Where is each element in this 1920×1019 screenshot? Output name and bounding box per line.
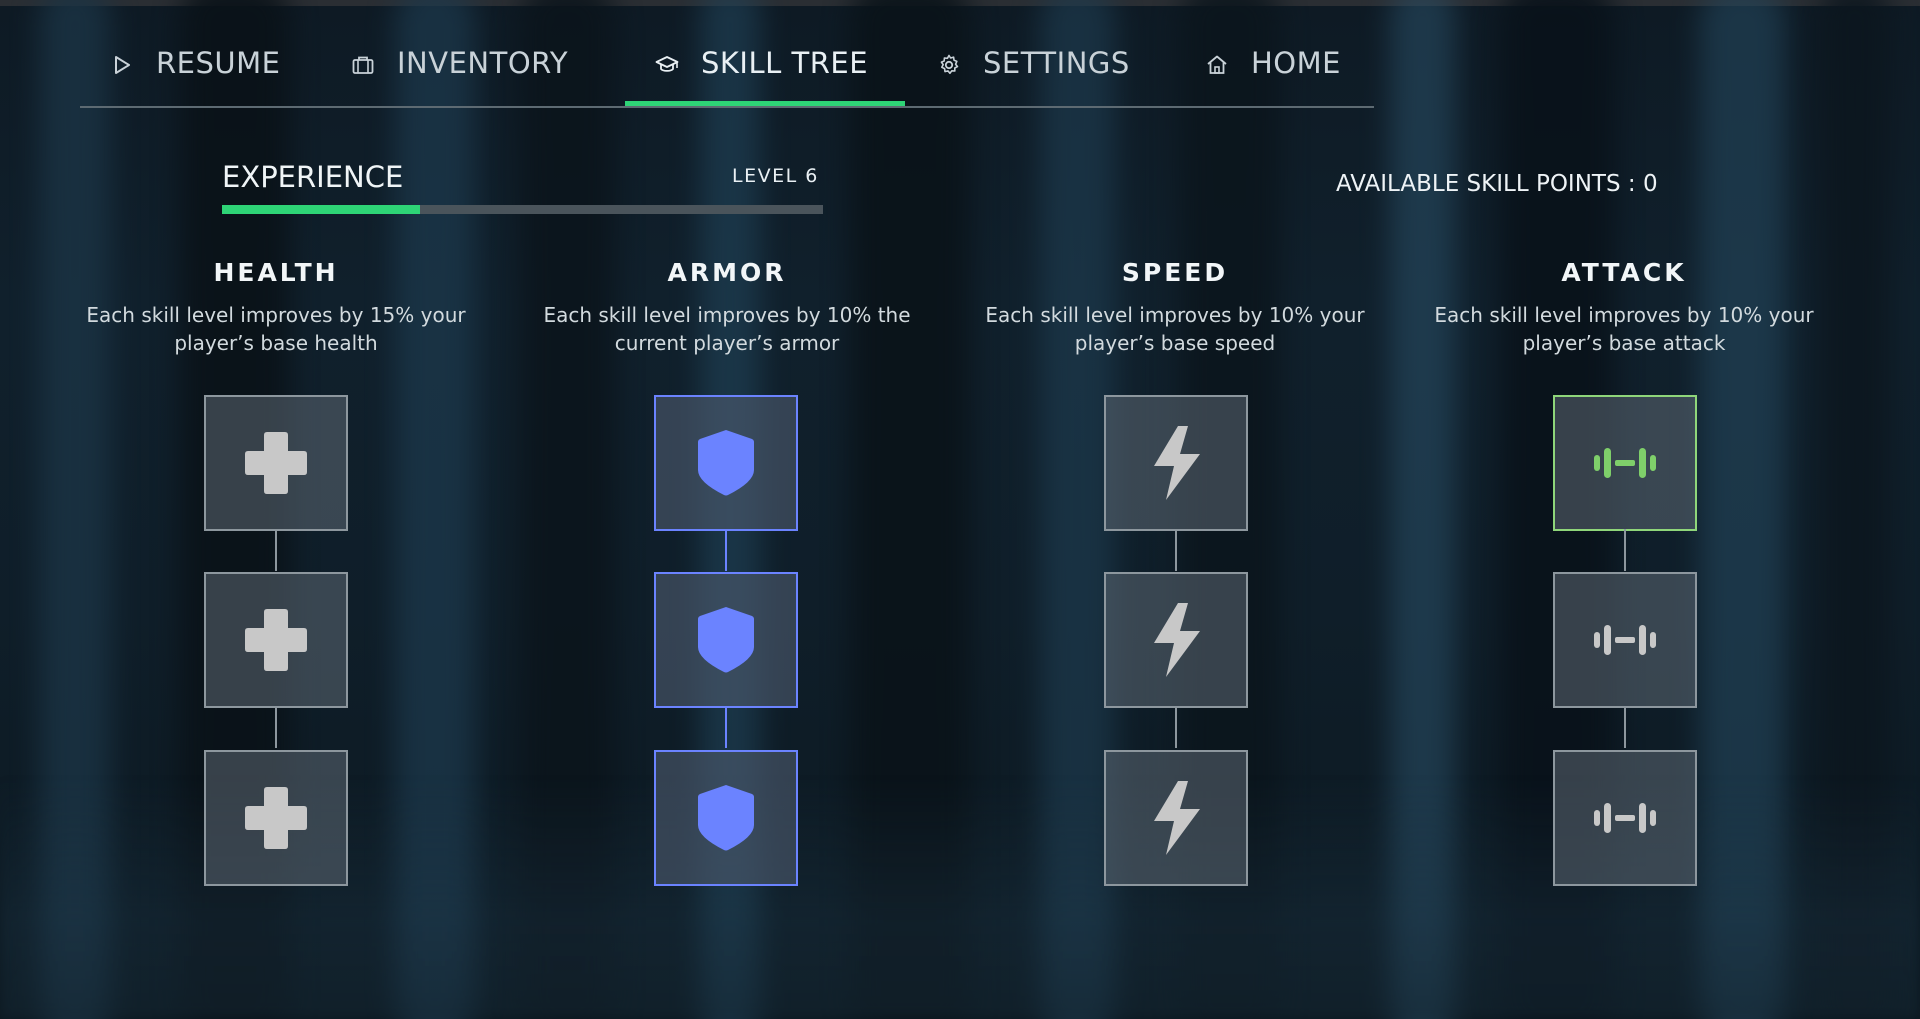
skill-column-health: HEALTH Each skill level improves by 15% … (66, 258, 486, 357)
speed-skill-node-3[interactable] (1104, 750, 1248, 886)
shield-icon (698, 785, 754, 851)
active-tab-indicator (625, 101, 905, 106)
tab-label: SETTINGS (983, 46, 1130, 80)
health-skill-node-3[interactable] (204, 750, 348, 886)
experience-progress-fill (222, 205, 421, 214)
dumbbell-icon (1594, 803, 1656, 833)
shield-icon (698, 430, 754, 496)
skill-connector (1624, 529, 1626, 571)
speed-skill-node-1[interactable] (1104, 395, 1248, 531)
dumbbell-icon (1594, 448, 1656, 478)
plus-icon (245, 432, 307, 494)
attack-skill-node-2[interactable] (1553, 572, 1697, 708)
skill-column-armor: ARMOR Each skill level improves by 10% t… (517, 258, 937, 357)
skill-connector (275, 529, 277, 571)
tab-resume[interactable]: RESUME (110, 46, 280, 104)
skill-description: Each skill level improves by 10% your pl… (985, 303, 1365, 355)
skill-title: ATTACK (1561, 258, 1687, 287)
shield-icon (698, 607, 754, 673)
level-label: LEVEL 6 (732, 165, 819, 187)
speed-skill-node-2[interactable] (1104, 572, 1248, 708)
armor-skill-node-3[interactable] (654, 750, 798, 886)
tab-skill-tree[interactable]: SKILL TREE (655, 46, 868, 104)
plus-icon (245, 787, 307, 849)
tab-home[interactable]: HOME (1205, 46, 1341, 104)
health-skill-node-1[interactable] (204, 395, 348, 531)
experience-title: EXPERIENCE (222, 160, 404, 194)
available-skill-points: AVAILABLE SKILL POINTS : 0 (1336, 171, 1658, 197)
skill-title: SPEED (1121, 258, 1229, 287)
plus-icon (245, 609, 307, 671)
skill-title: HEALTH (213, 258, 339, 287)
skill-description: Each skill level improves by 10% the cur… (543, 303, 911, 355)
skill-description: Each skill level improves by 15% your pl… (86, 303, 466, 355)
skill-connector (1175, 706, 1177, 748)
tab-inventory[interactable]: INVENTORY (351, 46, 568, 104)
tab-label: SKILL TREE (701, 46, 869, 80)
lightning-icon (1154, 426, 1200, 500)
tab-settings[interactable]: SETTINGS (937, 46, 1130, 104)
skill-column-speed: SPEED Each skill level improves by 10% y… (965, 258, 1385, 357)
armor-skill-node-1[interactable] (654, 395, 798, 531)
briefcase-icon (352, 56, 374, 74)
graduation-cap-icon (655, 56, 679, 72)
armor-skill-node-2[interactable] (654, 572, 798, 708)
skill-column-attack: ATTACK Each skill level improves by 10% … (1414, 258, 1834, 357)
skill-connector (725, 706, 727, 748)
tab-label: INVENTORY (397, 46, 569, 80)
experience-progress-bar (222, 205, 823, 214)
dumbbell-icon (1594, 625, 1656, 655)
health-skill-node-2[interactable] (204, 572, 348, 708)
skill-connector (725, 529, 727, 571)
tab-label: HOME (1251, 46, 1341, 80)
skill-connector (275, 706, 277, 748)
main-menu-nav: RESUME INVENTORY SKILL TREE SETTINGS HOM… (80, 28, 1374, 108)
skill-connector (1175, 529, 1177, 571)
lightning-icon (1154, 603, 1200, 677)
gear-icon (940, 54, 959, 75)
game-menu-screen: RESUME INVENTORY SKILL TREE SETTINGS HOM… (0, 0, 1920, 1019)
skill-title: ARMOR (667, 258, 787, 287)
attack-skill-node-3[interactable] (1553, 750, 1697, 886)
house-icon (1207, 55, 1227, 74)
attack-skill-node-1[interactable] (1553, 395, 1697, 531)
skill-description: Each skill level improves by 10% your pl… (1434, 303, 1814, 355)
skill-connector (1624, 706, 1626, 748)
tab-label: RESUME (156, 46, 281, 80)
lightning-icon (1154, 781, 1200, 855)
play-icon (115, 56, 130, 74)
